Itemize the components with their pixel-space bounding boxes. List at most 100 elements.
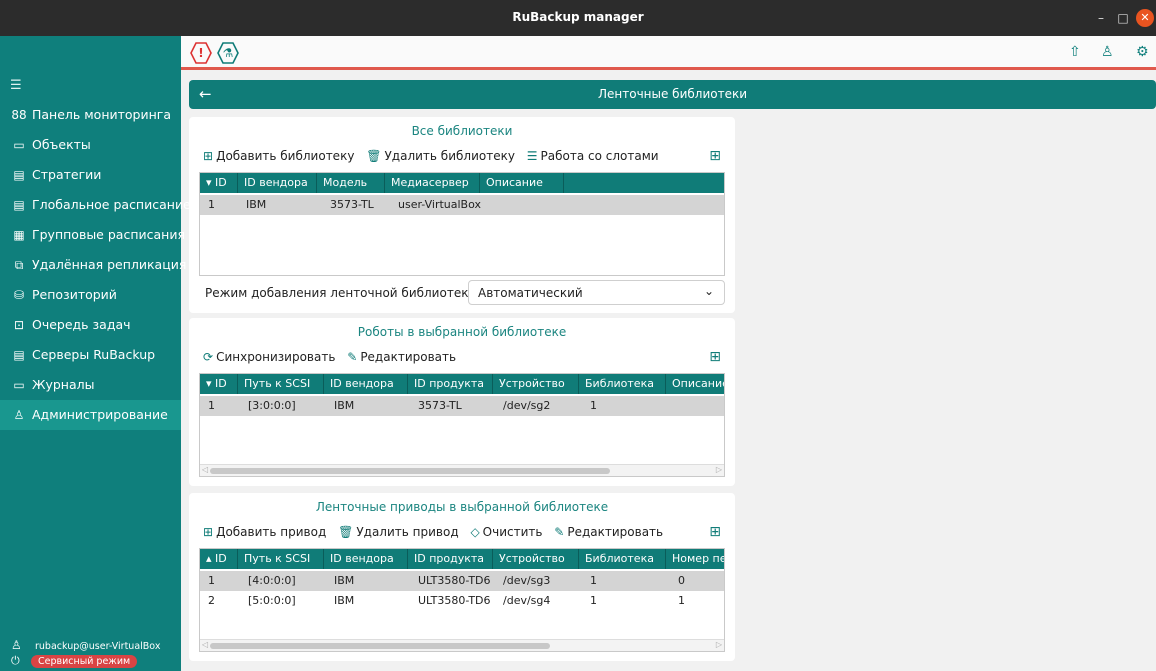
edit-icon: ✎ (347, 350, 358, 364)
columns-grid-icon[interactable]: ⊞ (709, 524, 721, 540)
current-user: ♙ rubackup@user-VirtualBox (11, 638, 160, 652)
sidebar-item-strategies[interactable]: ▤ Стратегии (0, 160, 181, 190)
column-header-number[interactable]: Номер пе (666, 549, 724, 569)
column-header-vendor[interactable]: ID вендора (324, 549, 408, 569)
calendar-icon: ▦ (13, 228, 25, 242)
column-header-library[interactable]: Библиотека (579, 549, 666, 569)
libraries-table: ▾ ID ID вендора Модель Медиасервер Описа… (199, 172, 725, 276)
sidebar-item-group-schedules[interactable]: ▦ Групповые расписания (0, 220, 185, 250)
trash-icon: 🗑 (338, 525, 354, 539)
robots-table: ▾ ID Путь к SCSI ID вендора ID продукта … (199, 373, 725, 477)
columns-grid-icon[interactable]: ⊞ (709, 349, 721, 365)
sidebar-item-label: Удалённая репликация (32, 257, 187, 272)
scroll-right-icon[interactable]: ▷ (716, 640, 722, 649)
sidebar-item-objects[interactable]: ▭ Объекты (0, 130, 181, 160)
column-header-id[interactable]: ▴ ID (200, 549, 238, 569)
add-library-button[interactable]: ⊞ Добавить библиотеку (203, 149, 354, 163)
top-toolbar: ! ⚗ ⇧ ♙ ⚙ (181, 36, 1156, 70)
column-header-scsi-path[interactable]: Путь к SCSI (238, 374, 324, 394)
database-icon: ⛁ (13, 288, 25, 302)
power-icon: ⏻ (11, 654, 20, 667)
sidebar-item-label: Групповые расписания (32, 227, 185, 242)
scroll-left-icon[interactable]: ◁ (202, 465, 208, 474)
table-row[interactable]: 1 [4:0:0:0] IBM ULT3580-TD6 /dev/sg3 1 0 (200, 571, 724, 591)
edit-drive-button[interactable]: ✎ Редактировать (554, 525, 663, 539)
minimize-button[interactable]: – (1092, 9, 1110, 27)
table-header: ▾ ID Путь к SCSI ID вендора ID продукта … (200, 374, 724, 394)
document-icon: ▤ (13, 168, 25, 182)
library-mode-select[interactable]: Автоматический ⌄ (468, 280, 725, 305)
profile-icon[interactable]: ♙ (1101, 44, 1114, 60)
column-header-scsi-path[interactable]: Путь к SCSI (238, 549, 324, 569)
monitor-icon: ▭ (13, 138, 25, 152)
sidebar-item-global-schedule[interactable]: ▤ Глобальное расписание (0, 190, 190, 220)
clean-drive-button[interactable]: ◇ Очистить (470, 525, 542, 539)
sidebar-item-administration[interactable]: ♙ Администрирование (0, 400, 181, 430)
column-header-id[interactable]: ▾ ID (200, 173, 238, 193)
scrollbar-thumb[interactable] (210, 643, 550, 649)
dashboard-icon: 88 (11, 108, 27, 122)
slots-button[interactable]: ☰ Работа со слотами (527, 149, 659, 163)
robots-panel: Роботы в выбранной библиотеке ⟳ Синхрониз… (189, 318, 735, 486)
column-header-mediaserver[interactable]: Медиасервер (385, 173, 480, 193)
column-header-library[interactable]: Библиотека (579, 374, 666, 394)
scroll-right-icon[interactable]: ▷ (716, 465, 722, 474)
sidebar-item-remote-replication[interactable]: ⧉ Удалённая репликация (0, 250, 187, 280)
column-header-product[interactable]: ID продукта (408, 549, 493, 569)
columns-grid-icon[interactable]: ⊞ (709, 148, 721, 164)
add-drive-button[interactable]: ⊞ Добавить привод (203, 525, 326, 539)
column-header-id[interactable]: ▾ ID (200, 374, 238, 394)
sync-button[interactable]: ⟳ Синхронизировать (203, 350, 335, 364)
window-titlebar: RuBackup manager – □ ✕ (0, 0, 1156, 36)
close-button[interactable]: ✕ (1136, 9, 1154, 27)
sidebar-item-monitoring[interactable]: 88 Панель мониторинга (0, 100, 181, 130)
robots-toolbar: ⟳ Синхронизировать ✎ Редактировать (203, 350, 464, 368)
settings-icon[interactable]: ⚙ (1136, 44, 1149, 60)
admin-user-icon: ♙ (13, 408, 25, 422)
sync-icon: ⟳ (203, 350, 214, 364)
maximize-button[interactable]: □ (1114, 9, 1132, 27)
column-header-description[interactable]: Описание (666, 374, 724, 394)
delete-drive-button[interactable]: 🗑 Удалить привод (338, 525, 459, 539)
delete-library-button[interactable]: 🗑 Удалить библиотеку (366, 149, 515, 163)
edit-robot-button[interactable]: ✎ Редактировать (347, 350, 456, 364)
table-row[interactable]: 1 IBM 3573-TL user-VirtualBox (200, 195, 724, 215)
sidebar-item-logs[interactable]: ▭ Журналы (0, 370, 181, 400)
table-header: ▴ ID Путь к SCSI ID вендора ID продукта … (200, 549, 724, 569)
column-header-vendor[interactable]: ID вендора (238, 173, 317, 193)
edit-icon: ✎ (554, 525, 565, 539)
sidebar-item-label: Репозиторий (32, 287, 117, 302)
column-header-device[interactable]: Устройство (493, 374, 579, 394)
scrollbar-thumb[interactable] (210, 468, 610, 474)
sidebar-item-label: Глобальное расписание (32, 197, 191, 212)
column-header-product[interactable]: ID продукта (408, 374, 493, 394)
column-header-device[interactable]: Устройство (493, 549, 579, 569)
alert-icon[interactable]: ! (190, 42, 212, 64)
user-name: rubackup@user-VirtualBox (35, 641, 161, 652)
table-row[interactable]: 2 [5:0:0:0] IBM ULT3580-TD6 /dev/sg4 1 1 (200, 591, 724, 611)
column-header-model[interactable]: Модель (317, 173, 385, 193)
column-header-description[interactable]: Описание (480, 173, 564, 193)
chevron-down-icon: ⌄ (703, 284, 714, 298)
table-row[interactable]: 1 [3:0:0:0] IBM 3573-TL /dev/sg2 1 (200, 396, 724, 416)
panel-title: Ленточные приводы в выбранной библиотеке (315, 500, 609, 514)
add-icon: ⊞ (203, 149, 214, 163)
upload-icon[interactable]: ⇧ (1069, 44, 1081, 60)
add-icon: ⊞ (203, 525, 214, 539)
window-title: RuBackup manager (512, 10, 644, 24)
flask-icon[interactable]: ⚗ (217, 42, 239, 64)
horizontal-scrollbar[interactable]: ◁ ▷ (200, 639, 724, 651)
sidebar-item-label: Объекты (32, 137, 91, 152)
sidebar-item-label: Администрирование (32, 407, 168, 422)
column-header-vendor[interactable]: ID вендора (324, 374, 408, 394)
horizontal-scrollbar[interactable]: ◁ ▷ (200, 464, 724, 476)
trash-icon: 🗑 (366, 149, 382, 163)
collapse-sidebar-icon[interactable]: ☰ (10, 78, 22, 93)
sidebar-item-label: Очередь задач (32, 317, 131, 332)
sidebar-item-repository[interactable]: ⛁ Репозиторий (0, 280, 181, 310)
user-icon: ♙ (11, 638, 22, 652)
service-mode-badge[interactable]: Сервисный режим (31, 655, 138, 668)
sidebar-item-task-queue[interactable]: ⊡ Очередь задач (0, 310, 181, 340)
sidebar-item-servers[interactable]: ▤ Серверы RuBackup (0, 340, 181, 370)
scroll-left-icon[interactable]: ◁ (202, 640, 208, 649)
